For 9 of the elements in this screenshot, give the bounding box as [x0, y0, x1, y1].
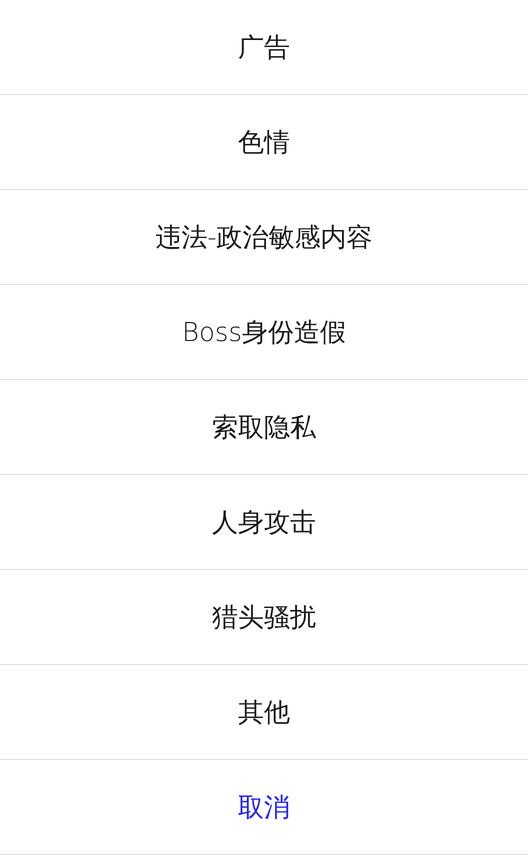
menu-option[interactable]: 其他 — [230, 690, 298, 734]
menu-option[interactable]: Boss身份造假 — [174, 310, 354, 354]
menu-option[interactable]: 猎头骚扰 — [204, 596, 324, 638]
menu-option[interactable]: 色情 — [230, 120, 298, 164]
menu-option[interactable]: 人身攻击 — [204, 500, 324, 544]
menu-option[interactable]: 违法-政治敏感内容 — [147, 216, 381, 258]
menu-option[interactable]: 广告 — [230, 26, 298, 68]
menu-option[interactable]: 索取隐私 — [204, 406, 324, 448]
cancel-button[interactable]: 取消 — [230, 786, 298, 828]
